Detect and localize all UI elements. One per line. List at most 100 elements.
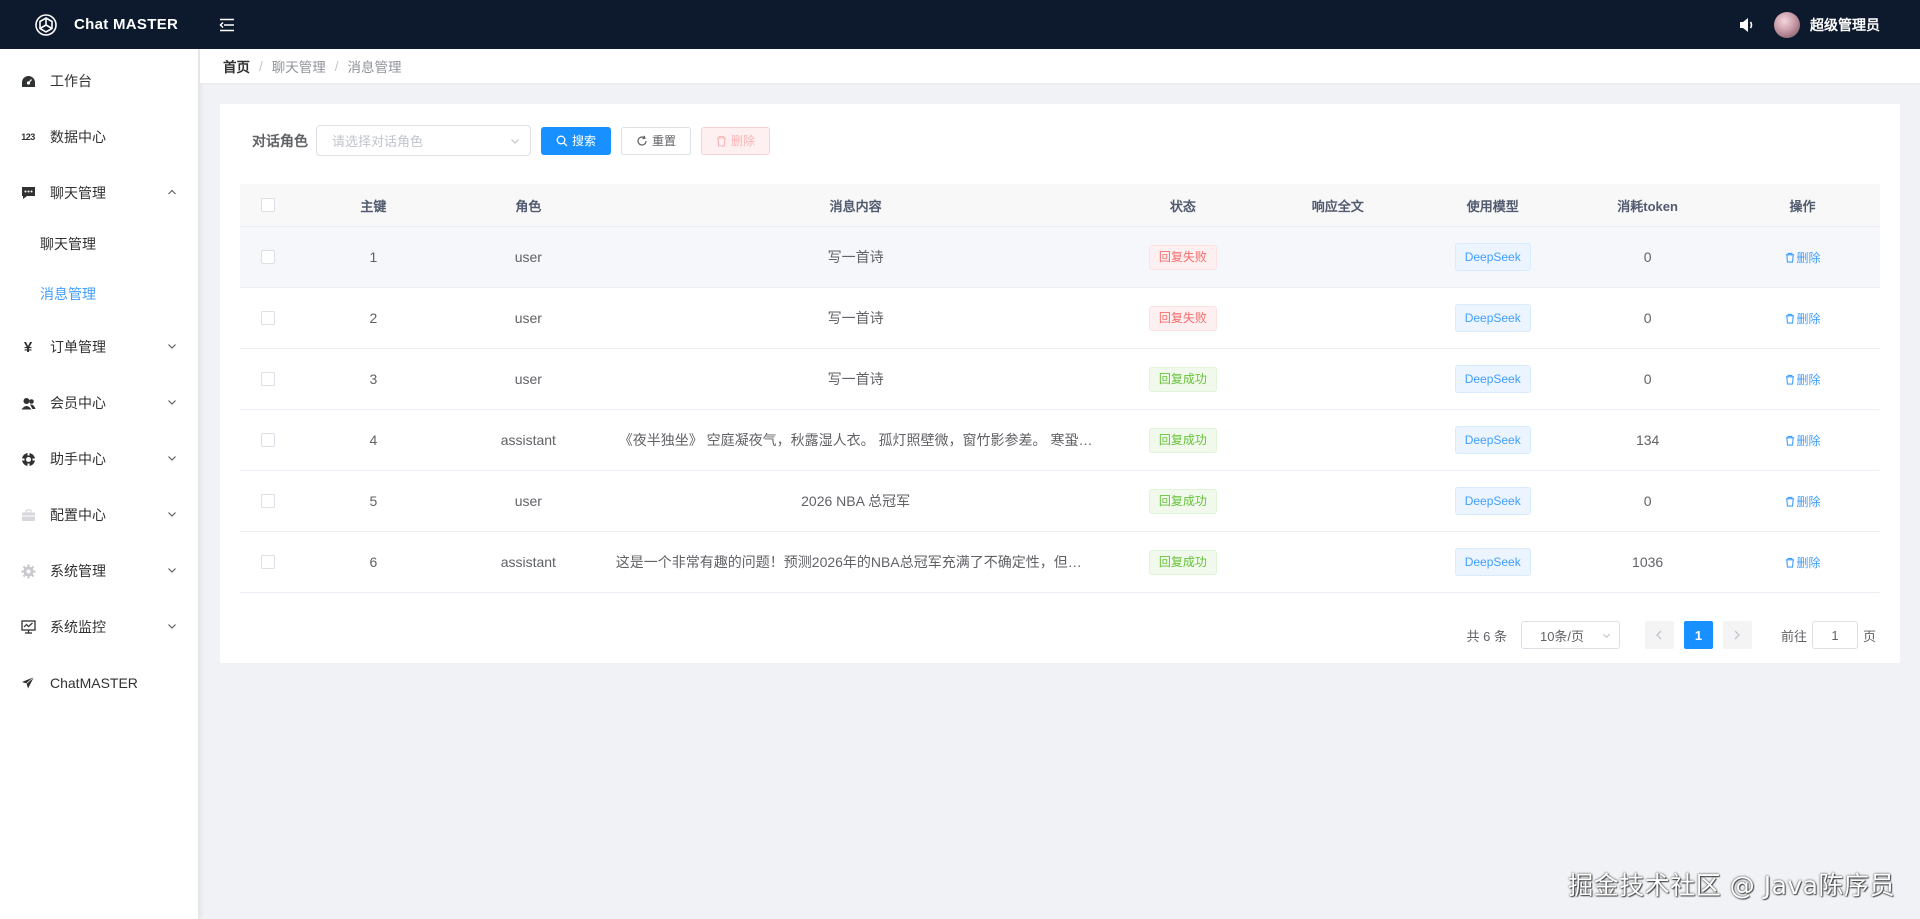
- sidebar-item-config[interactable]: 配置中心: [0, 487, 199, 543]
- row-checkbox[interactable]: [260, 372, 275, 386]
- delete-row-button[interactable]: 删除: [1785, 554, 1821, 571]
- speaker-icon[interactable]: [1736, 14, 1758, 36]
- breadcrumb-chat-management: 聊天管理: [271, 60, 326, 75]
- table-row[interactable]: 1 user 写一首诗 回复失败 DeepSeek 0 删除: [240, 227, 1880, 288]
- batch-delete-button[interactable]: 删除: [701, 126, 771, 155]
- row-checkbox[interactable]: [260, 494, 275, 508]
- column-header-role: 角色: [515, 198, 542, 214]
- sidebar-item-assistants[interactable]: 助手中心: [0, 431, 199, 487]
- chevron-down-icon: [168, 624, 176, 629]
- page-size-select[interactable]: 10条/页: [1520, 621, 1620, 649]
- cell-token: 0: [1643, 371, 1652, 387]
- cell-actions: 删除: [1725, 432, 1880, 449]
- delete-row-button[interactable]: 删除: [1785, 493, 1821, 510]
- app-logo[interactable]: Chat MASTER: [0, 13, 200, 37]
- cell-role: assistant: [500, 432, 556, 448]
- sidebar-item-chat-management[interactable]: 聊天管理: [0, 165, 199, 221]
- cell-status: 回复成功: [1105, 549, 1260, 575]
- chevron-down-icon: [1602, 633, 1611, 639]
- sidebar-item-monitor[interactable]: 系统监控: [0, 599, 199, 655]
- top-header: Chat MASTER 超级管理员: [0, 0, 1920, 49]
- next-page-button[interactable]: [1722, 621, 1752, 649]
- row-checkbox[interactable]: [260, 250, 275, 264]
- cell-role: user: [514, 249, 542, 265]
- delete-row-label: 删除: [1796, 494, 1821, 509]
- delete-row-button[interactable]: 删除: [1785, 249, 1821, 266]
- cell-actions: 删除: [1725, 310, 1880, 327]
- model-badge: DeepSeek: [1454, 548, 1531, 576]
- page-number-current[interactable]: 1: [1683, 621, 1713, 649]
- pagination-total: 共 6 条: [1466, 628, 1507, 644]
- reset-button[interactable]: 重置: [621, 126, 692, 155]
- user-group-icon: [20, 395, 36, 411]
- sidebar-subitem-chat-management[interactable]: 聊天管理: [0, 219, 199, 269]
- sidebar-subitem-message-management[interactable]: 消息管理: [0, 269, 199, 319]
- menu-toggle-icon[interactable]: [217, 15, 237, 35]
- cell-model: DeepSeek: [1415, 243, 1570, 271]
- message-table: 主键 角色 消息内容 状态 响应全文 使用模型 消耗token 操作 1 user…: [240, 184, 1880, 593]
- pagination: 共 6 条 10条/页 1 前往 1 页: [1466, 621, 1876, 649]
- cell-status: 回复成功: [1105, 488, 1260, 514]
- table-row[interactable]: 4 assistant 《夜半独坐》 空庭凝夜气，秋露湿人衣。 孤灯照壁微，窗竹影参…: [240, 410, 1880, 471]
- table-row[interactable]: 2 user 写一首诗 回复失败 DeepSeek 0 删除: [240, 288, 1880, 349]
- cell-token: 0: [1643, 310, 1652, 326]
- cell-model: DeepSeek: [1415, 548, 1570, 576]
- table-row[interactable]: 3 user 写一首诗 回复成功 DeepSeek 0 删除: [240, 349, 1880, 410]
- cell-actions: 删除: [1725, 371, 1880, 388]
- role-select[interactable]: 请选择对话角色: [316, 125, 531, 156]
- cell-status: 回复失败: [1105, 305, 1260, 331]
- chevron-down-icon: [168, 512, 176, 517]
- sidebar-item-system[interactable]: 系统管理: [0, 543, 199, 599]
- select-all-checkbox-cell: [240, 198, 296, 212]
- sidebar-item-members[interactable]: 会员中心: [0, 375, 199, 431]
- sidebar-item-label: 会员中心: [50, 395, 106, 411]
- delete-row-label: 删除: [1796, 555, 1821, 570]
- delete-row-label: 删除: [1796, 250, 1821, 265]
- username[interactable]: 超级管理员: [1810, 15, 1880, 35]
- main-card: 对话角色 请选择对话角色 搜索 重置 删除 主键 角色 消息内容 状态 响应全文…: [220, 104, 1900, 663]
- header-user-area: 超级管理员: [1736, 11, 1920, 38]
- cell-token: 1036: [1632, 554, 1664, 570]
- sidebar-item-data-center[interactable]: 123 数据中心: [0, 109, 199, 165]
- delete-row-label: 删除: [1796, 311, 1821, 326]
- trash-icon: [1785, 435, 1794, 446]
- chevron-right-icon: [1735, 630, 1741, 640]
- search-button[interactable]: 搜索: [541, 126, 612, 155]
- sidebar-item-label: 工作台: [50, 73, 92, 89]
- sidebar-item-label: 配置中心: [50, 507, 106, 523]
- column-header-status: 状态: [1169, 198, 1196, 214]
- app-name: Chat MASTER: [74, 16, 179, 33]
- chevron-up-icon: [168, 189, 176, 195]
- cell-role: user: [514, 371, 542, 387]
- sidebar-item-label: 系统监控: [50, 619, 106, 635]
- sidebar-item-orders[interactable]: ¥ 订单管理: [0, 319, 199, 375]
- delete-row-button[interactable]: 删除: [1785, 432, 1821, 449]
- sidebar-item-chatmaster[interactable]: ChatMASTER: [0, 655, 199, 711]
- sidebar-item-workbench[interactable]: 工作台: [0, 53, 199, 109]
- table-row[interactable]: 6 assistant 这是一个非常有趣的问题！预测2026年的NBA总冠军充满了不…: [240, 532, 1880, 593]
- row-checkbox[interactable]: [260, 555, 275, 569]
- watermark: 掘金技术社区 @ Java陈序员: [1568, 871, 1895, 900]
- trash-icon: [1785, 252, 1794, 263]
- row-checkbox[interactable]: [260, 433, 275, 447]
- trash-icon: [1785, 496, 1794, 507]
- select-all-checkbox[interactable]: [260, 198, 275, 212]
- gear-icon: [20, 563, 36, 579]
- row-checkbox[interactable]: [260, 311, 275, 325]
- column-header-content: 消息内容: [829, 198, 882, 214]
- cell-content: 写一首诗: [827, 310, 884, 326]
- cell-content: 《夜半独坐》 空庭凝夜气，秋露湿人衣。 孤灯照壁微，窗竹影参差。 寒蛩…: [618, 432, 1093, 448]
- avatar[interactable]: [1774, 11, 1800, 38]
- briefcase-icon: [20, 507, 36, 523]
- search-icon: [556, 135, 568, 146]
- cell-id: 3: [369, 371, 378, 387]
- page-jump-input[interactable]: 1: [1811, 621, 1858, 649]
- prev-page-button[interactable]: [1644, 621, 1674, 649]
- delete-row-button[interactable]: 删除: [1785, 371, 1821, 388]
- delete-row-label: 删除: [1796, 372, 1821, 387]
- table-body: 1 user 写一首诗 回复失败 DeepSeek 0 删除 2 user 写一首诗 回复失败 Dee…: [240, 227, 1880, 593]
- table-row[interactable]: 5 user 2026 NBA 总冠军 回复成功 DeepSeek 0 删除: [240, 471, 1880, 532]
- breadcrumb-home[interactable]: 首页: [223, 56, 250, 76]
- delete-row-button[interactable]: 删除: [1785, 310, 1821, 327]
- row-checkbox-cell: [240, 433, 296, 447]
